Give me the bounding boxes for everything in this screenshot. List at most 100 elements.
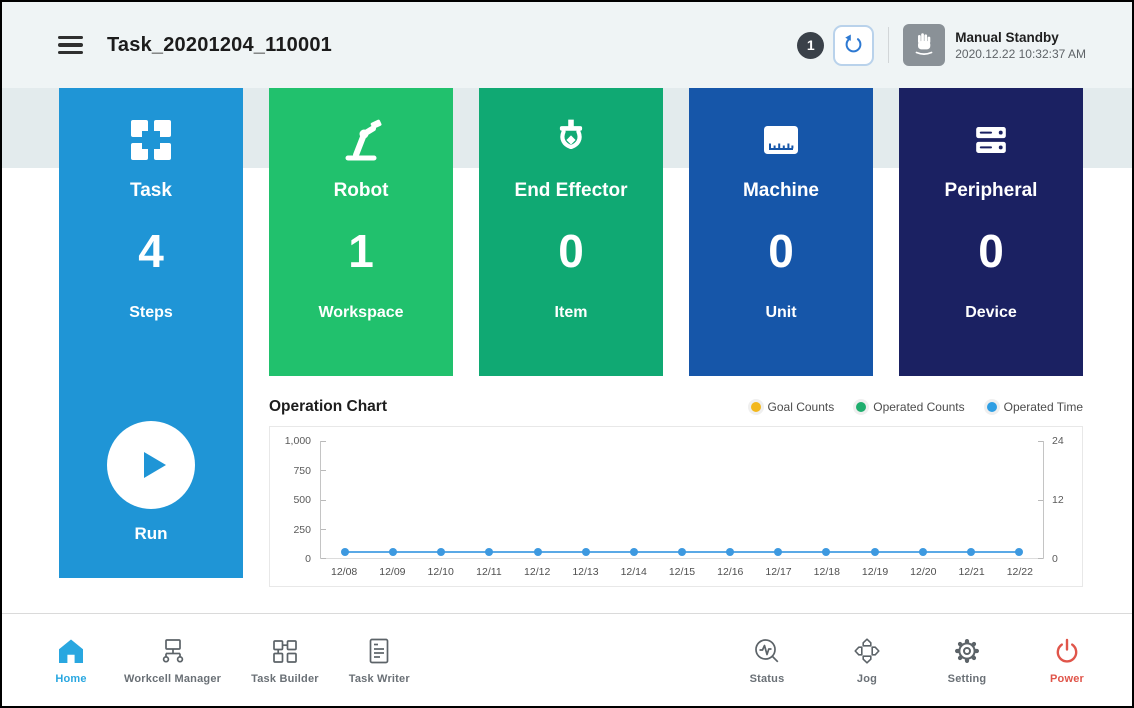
jog-pad-icon [852, 636, 882, 666]
data-point-slot [754, 548, 802, 556]
chart-dots [321, 548, 1043, 556]
data-point [678, 548, 686, 556]
data-point-slot [610, 548, 658, 556]
data-point-slot [899, 548, 947, 556]
timestamp: 2020.12.22 10:32:37 AM [955, 47, 1086, 61]
data-point-slot [706, 548, 754, 556]
workcell-icon [158, 636, 188, 666]
y-axis-tick-label: 500 [293, 494, 311, 506]
card-label: Robot [334, 180, 389, 202]
data-point [341, 548, 349, 556]
nav-home[interactable]: Home [48, 636, 94, 685]
card-unit: Device [965, 304, 1017, 322]
y-axis-tick-label: 12 [1052, 494, 1064, 506]
status-cards-row: Robot 1 Workspace [269, 88, 1083, 376]
data-point [630, 548, 638, 556]
nav-label: Status [750, 673, 785, 685]
card-label: Machine [743, 180, 819, 202]
chart-left-axis-labels: 1,0007505002500 [276, 441, 320, 559]
data-point [485, 548, 493, 556]
data-point [726, 548, 734, 556]
peripheral-card[interactable]: Peripheral 0 Device [899, 88, 1083, 376]
x-tick-label: 12/19 [851, 566, 899, 578]
card-unit: Steps [129, 304, 173, 322]
nav-power[interactable]: Power [1044, 636, 1090, 685]
data-point [774, 548, 782, 556]
machine-card[interactable]: Machine 0 Unit [689, 88, 873, 376]
card-label: End Effector [515, 180, 628, 202]
nav-workcell-manager[interactable]: Workcell Manager [124, 636, 221, 685]
manual-mode-button[interactable] [903, 24, 945, 66]
end-effector-card[interactable]: End Effector 0 Item [479, 88, 663, 376]
legend-label: Goal Counts [768, 400, 835, 414]
data-point [389, 548, 397, 556]
data-point-slot [321, 548, 369, 556]
nav-task-writer[interactable]: Task Writer [349, 636, 410, 685]
robot-card[interactable]: Robot 1 Workspace [269, 88, 453, 376]
nav-label: Task Writer [349, 673, 410, 685]
x-tick-label: 12/22 [996, 566, 1044, 578]
bottom-nav: Home Workcell Manager [2, 613, 1132, 706]
nav-status[interactable]: Status [744, 636, 790, 685]
x-tick-label: 12/20 [899, 566, 947, 578]
legend-dot-icon [751, 402, 761, 412]
data-point [437, 548, 445, 556]
legend-label: Operated Counts [873, 400, 964, 414]
legend-dot-icon [987, 402, 997, 412]
main-content: Task 4 Steps Run [2, 88, 1132, 613]
data-point-slot [995, 548, 1043, 556]
server-icon [966, 112, 1016, 168]
x-tick-label: 12/12 [513, 566, 561, 578]
x-tick-label: 12/17 [754, 566, 802, 578]
card-value: 0 [978, 228, 1004, 274]
header-divider [888, 27, 889, 63]
tick-mark [321, 558, 326, 559]
card-value: 4 [138, 228, 164, 274]
data-point-slot [947, 548, 995, 556]
task-builder-icon [270, 636, 300, 666]
legend-item: Operated Time [987, 400, 1083, 414]
y-axis-tick-label: 0 [305, 553, 311, 565]
data-point-slot [369, 548, 417, 556]
card-label: Task [130, 180, 172, 202]
nav-label: Home [55, 673, 86, 685]
robot-arm-icon [336, 112, 386, 168]
data-point-slot [851, 548, 899, 556]
nav-label: Power [1050, 673, 1084, 685]
tick-mark [1038, 500, 1043, 501]
tick-mark [1038, 558, 1043, 559]
header: Task_20201204_110001 1 [2, 2, 1132, 88]
notification-badge: 1 [797, 32, 824, 59]
nav-label: Jog [857, 673, 877, 685]
nav-label: Setting [948, 673, 987, 685]
robot-mode-label: Manual Standby [955, 30, 1086, 45]
data-point [1015, 548, 1023, 556]
data-point-slot [417, 548, 465, 556]
mode-status: Manual Standby 2020.12.22 10:32:37 AM [955, 30, 1086, 61]
nav-jog[interactable]: Jog [844, 636, 890, 685]
nav-task-builder[interactable]: Task Builder [251, 636, 319, 685]
operation-chart-section: Operation Chart Goal CountsOperated Coun… [269, 398, 1083, 587]
menu-bar [58, 51, 83, 54]
x-tick-label: 12/16 [706, 566, 754, 578]
y-axis-tick-label: 1,000 [285, 435, 311, 447]
card-unit: Unit [765, 304, 796, 322]
run-area: Run [107, 421, 195, 544]
chart-plot [320, 441, 1044, 559]
card-unit: Item [555, 304, 588, 322]
x-tick-label: 12/13 [561, 566, 609, 578]
reset-button[interactable] [833, 25, 874, 66]
y-axis-tick-label: 750 [293, 465, 311, 477]
x-tick-label: 12/10 [417, 566, 465, 578]
machine-icon [756, 112, 806, 168]
menu-bar [58, 36, 83, 39]
nav-setting[interactable]: Setting [944, 636, 990, 685]
hamburger-menu-button[interactable] [58, 32, 83, 59]
run-button[interactable] [107, 421, 195, 509]
app-window: Task_20201204_110001 1 [0, 0, 1134, 708]
data-point [919, 548, 927, 556]
tick-mark [1038, 441, 1043, 442]
status-icon [752, 636, 782, 666]
task-card[interactable]: Task 4 Steps Run [59, 88, 243, 578]
run-label: Run [134, 524, 167, 544]
